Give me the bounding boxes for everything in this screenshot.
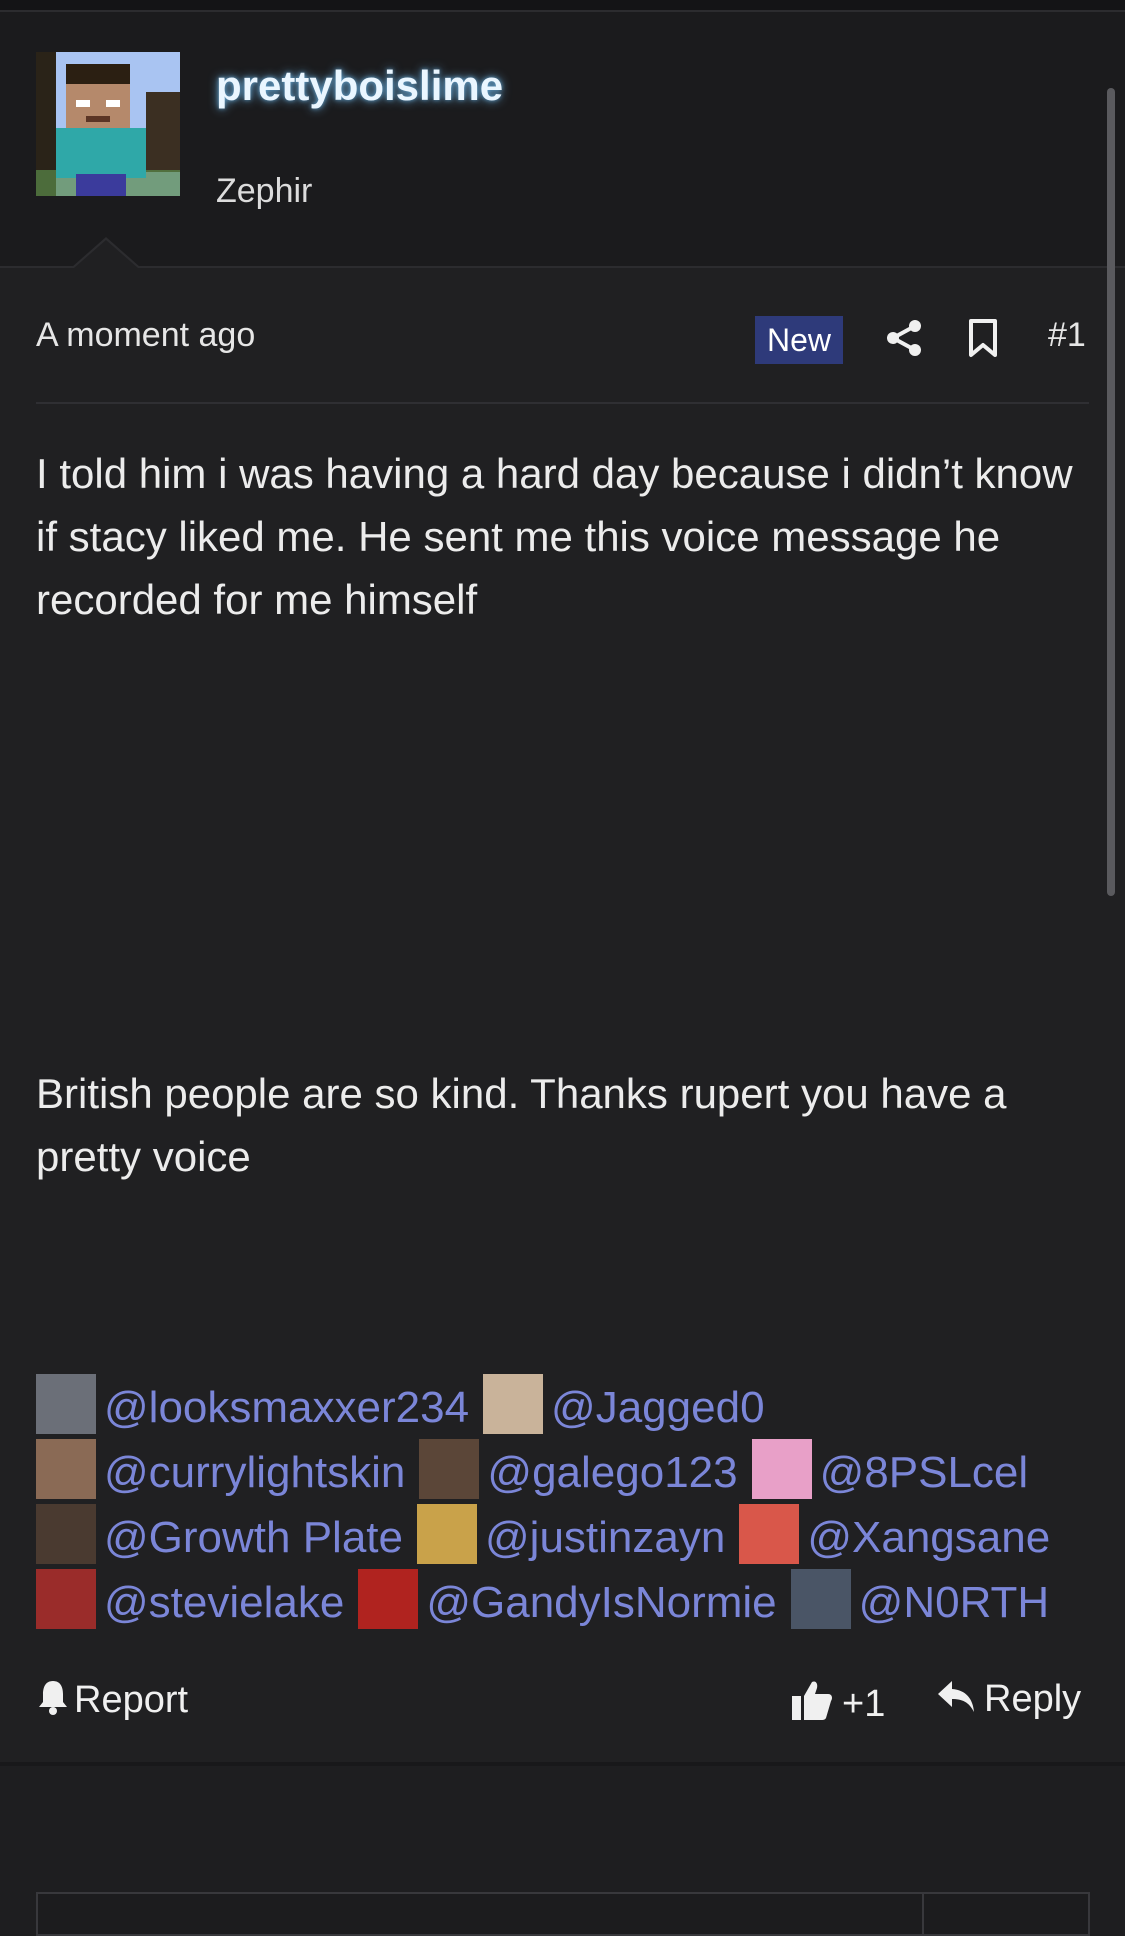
mention-link[interactable]: @8PSLcel bbox=[751, 1439, 1029, 1499]
mention-avatar bbox=[417, 1504, 477, 1564]
bookmark-icon[interactable] bbox=[966, 318, 1000, 358]
reply-label: Reply bbox=[984, 1678, 1082, 1720]
mention-link[interactable]: @looksmaxxer234 bbox=[36, 1374, 470, 1434]
mention-handle: @stevielake bbox=[104, 1578, 345, 1627]
mention-link[interactable]: @stevielake bbox=[36, 1569, 345, 1629]
thumbs-up-icon bbox=[792, 1681, 832, 1720]
mention-link[interactable]: @N0RTH bbox=[790, 1569, 1050, 1629]
mention-handle: @N0RTH bbox=[858, 1578, 1050, 1627]
mention-handle: @currylightskin bbox=[104, 1448, 406, 1497]
bell-icon bbox=[39, 1681, 67, 1715]
reply-icon bbox=[938, 1681, 974, 1712]
username[interactable]: prettyboislime bbox=[216, 62, 503, 110]
new-badge: New bbox=[755, 316, 844, 364]
scrollbar[interactable] bbox=[1107, 88, 1115, 896]
report-button[interactable]: Report bbox=[36, 1678, 188, 1722]
mention-link[interactable]: @GandyIsNormie bbox=[358, 1569, 777, 1629]
reply-button[interactable]: Reply bbox=[936, 1678, 1081, 1721]
mention-link[interactable]: @Growth Plate bbox=[36, 1504, 403, 1564]
post-actions: Report +1 Reply bbox=[36, 1672, 1089, 1732]
mention-handle: @justinzayn bbox=[485, 1513, 726, 1562]
post-paragraph: I told him i was having a hard day becau… bbox=[36, 450, 1073, 623]
user-title: Zephir bbox=[216, 172, 313, 210]
share-icon[interactable] bbox=[884, 318, 924, 358]
mention-avatar bbox=[36, 1439, 96, 1499]
mention-handle: @Jagged0 bbox=[551, 1383, 765, 1432]
user-header: prettyboislime Zephir bbox=[0, 12, 1125, 268]
top-bar bbox=[0, 0, 1125, 12]
post: prettyboislime Zephir A moment ago New #… bbox=[0, 12, 1125, 1762]
mention-avatar bbox=[36, 1569, 96, 1629]
post-paragraph: British people are so kind. Thanks ruper… bbox=[36, 1070, 1007, 1180]
mention-avatar bbox=[483, 1374, 544, 1434]
mention-link[interactable]: @currylightskin bbox=[36, 1439, 406, 1499]
mention-link[interactable]: @galego123 bbox=[419, 1439, 738, 1499]
mention-avatar bbox=[36, 1504, 96, 1564]
mention-avatar bbox=[790, 1569, 851, 1629]
avatar[interactable] bbox=[36, 52, 180, 196]
post-time[interactable]: A moment ago bbox=[36, 316, 255, 355]
mention-handle: @8PSLcel bbox=[819, 1448, 1029, 1497]
mention-handle: @galego123 bbox=[487, 1448, 738, 1497]
mention-link[interactable]: @Jagged0 bbox=[483, 1374, 765, 1434]
mention-avatar bbox=[36, 1374, 96, 1434]
mention-handle: @GandyIsNormie bbox=[426, 1578, 777, 1627]
mention-list: @looksmaxxer234 @Jagged0 @currylightskin @g… bbox=[36, 1374, 1096, 1634]
divider bbox=[36, 402, 1089, 404]
like-count: +1 bbox=[842, 1683, 886, 1725]
mention-avatar bbox=[358, 1569, 419, 1629]
report-label: Report bbox=[74, 1679, 189, 1721]
mention-avatar bbox=[751, 1439, 812, 1499]
mention-avatar bbox=[419, 1439, 480, 1499]
like-button[interactable]: +1 bbox=[790, 1678, 885, 1726]
mention-handle: @looksmaxxer234 bbox=[104, 1383, 470, 1432]
post-meta: A moment ago New #1 bbox=[36, 302, 1089, 372]
mention-handle: @Growth Plate bbox=[104, 1513, 403, 1562]
pagination-box[interactable] bbox=[36, 1892, 1090, 1936]
mention-avatar bbox=[739, 1504, 800, 1564]
post-number[interactable]: #1 bbox=[1048, 316, 1086, 355]
mention-link[interactable]: @Xangsane bbox=[739, 1504, 1051, 1564]
mention-link[interactable]: @justinzayn bbox=[417, 1504, 726, 1564]
mention-handle: @Xangsane bbox=[807, 1513, 1051, 1562]
